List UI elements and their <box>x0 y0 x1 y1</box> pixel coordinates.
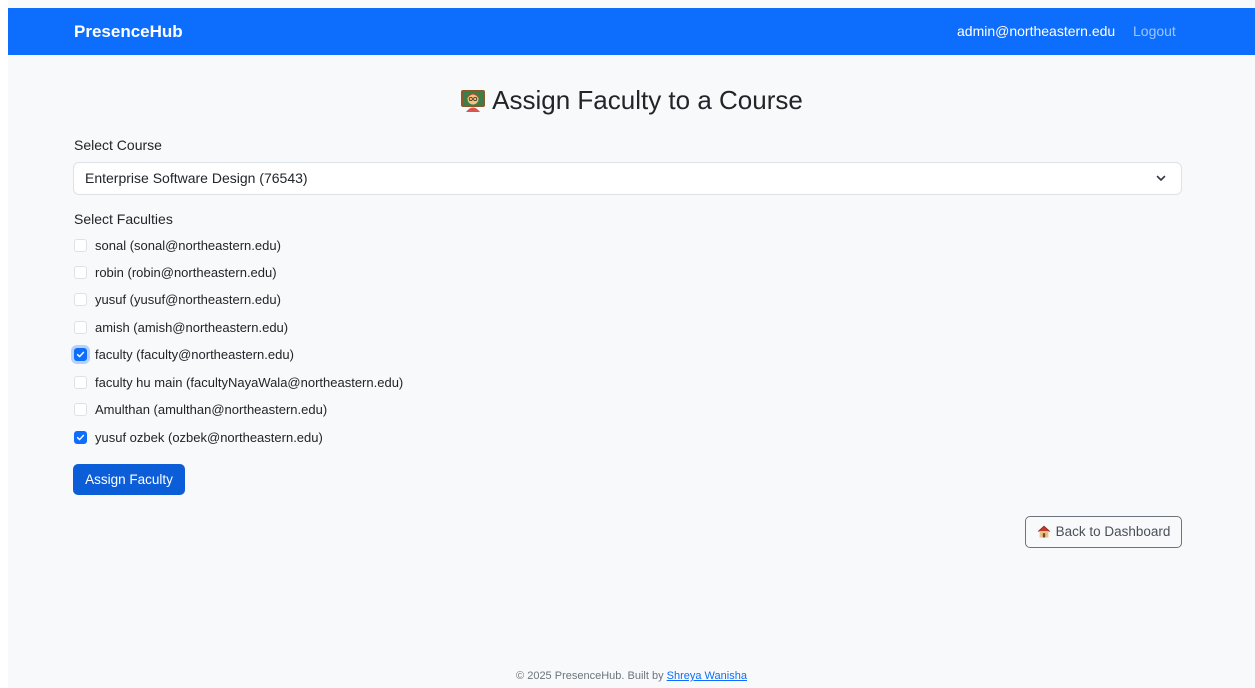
checkbox[interactable] <box>74 321 87 334</box>
faculty-option-label: faculty (faculty@northeastern.edu) <box>95 347 294 362</box>
faculty-option-label: amish (amish@northeastern.edu) <box>95 320 289 335</box>
faculty-option-label: yusuf (yusuf@northeastern.edu) <box>95 292 281 307</box>
footer-text: © 2025 PresenceHub. Built by <box>516 670 664 682</box>
page-title: Assign Faculty to a Course <box>8 82 1255 118</box>
logout-link[interactable]: Logout <box>1133 8 1176 55</box>
checkbox-checked[interactable] <box>74 431 87 444</box>
faculty-option-label: Amulthan (amulthan@northeastern.edu) <box>95 402 328 417</box>
footer: © 2025 PresenceHub. Built by Shreya Wani… <box>8 670 1255 682</box>
author-link[interactable]: Shreya Wanisha <box>667 670 747 682</box>
course-select-value: Enterprise Software Design (76543) <box>85 170 308 186</box>
faculty-option-label: faculty hu main (facultyNayaWala@northea… <box>95 375 404 390</box>
house-icon <box>1037 525 1050 538</box>
checkmark-icon <box>76 434 85 441</box>
teacher-emoji-icon <box>461 90 486 112</box>
faculty-option-label: robin (robin@northeastern.edu) <box>95 265 277 280</box>
checkmark-icon <box>76 351 85 358</box>
page-title-text: Assign Faculty to a Course <box>492 85 803 115</box>
select-course-label: Select Course <box>74 137 162 153</box>
window-edge <box>0 0 8 688</box>
faculty-option-label: sonal (sonal@northeastern.edu) <box>95 238 281 253</box>
checkbox[interactable] <box>74 266 87 279</box>
course-select[interactable]: Enterprise Software Design (76543) <box>73 162 1182 195</box>
select-faculties-label: Select Faculties <box>74 211 173 227</box>
checkbox[interactable] <box>74 239 87 252</box>
assign-faculty-button[interactable]: Assign Faculty <box>73 464 185 495</box>
checkbox[interactable] <box>74 403 87 416</box>
top-navbar: PresenceHub admin@northeastern.edu Logou… <box>8 8 1255 55</box>
user-email: admin@northeastern.edu <box>957 23 1116 39</box>
faculty-option-label: yusuf ozbek (ozbek@northeastern.edu) <box>95 430 323 445</box>
chevron-down-icon <box>1156 175 1166 181</box>
brand-logo-text[interactable]: PresenceHub <box>74 8 183 55</box>
back-to-dashboard-button[interactable]: Back to Dashboard <box>1025 516 1182 548</box>
checkbox-checked[interactable] <box>74 348 87 361</box>
checkbox[interactable] <box>74 293 87 306</box>
back-button-label: Back to Dashboard <box>1055 524 1171 539</box>
checkbox[interactable] <box>74 376 87 389</box>
